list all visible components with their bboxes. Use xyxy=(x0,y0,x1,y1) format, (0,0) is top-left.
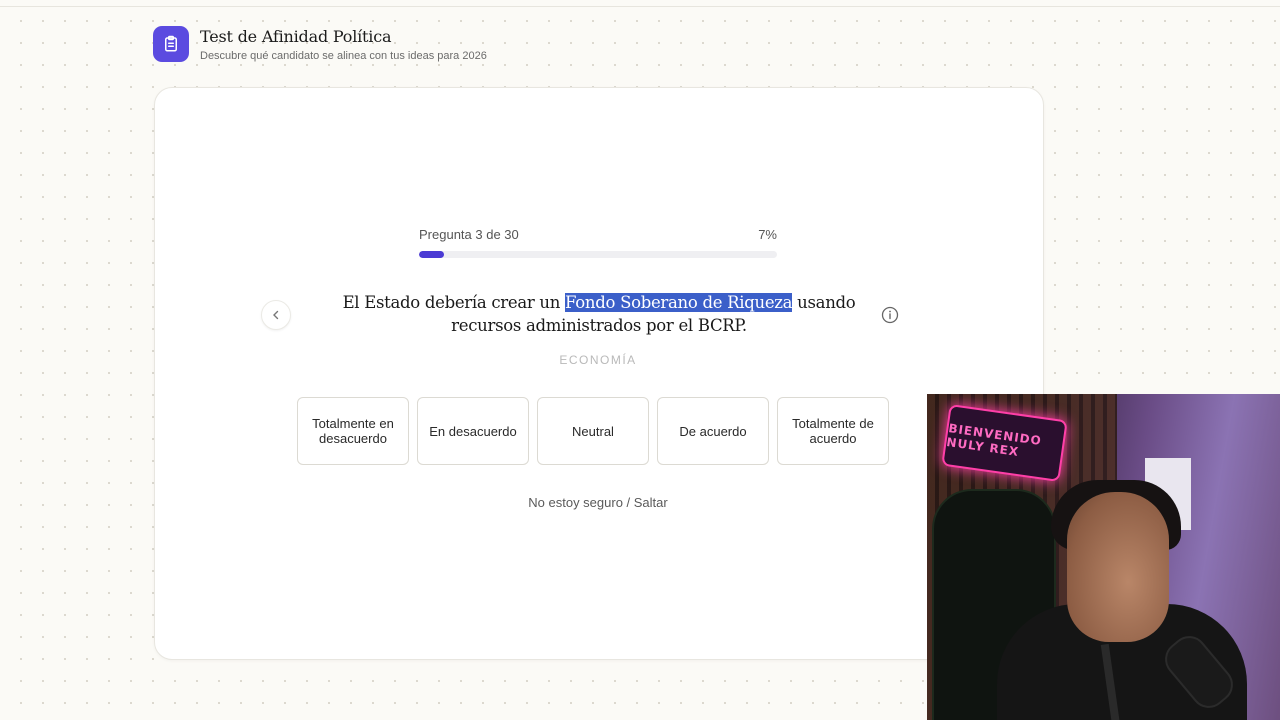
chevron-left-icon xyxy=(273,310,279,320)
page-header: Test de Afinidad Política Descubre qué c… xyxy=(153,26,487,62)
webcam-overlay: BIENVENIDO NULY REX xyxy=(927,394,1280,720)
info-button[interactable] xyxy=(880,305,900,325)
question-text: El Estado debería crear un Fondo Soberan… xyxy=(325,291,873,337)
info-icon xyxy=(881,306,899,324)
question-text-start: El Estado debería crear un xyxy=(342,293,566,312)
skip-link[interactable]: No estoy seguro / Saltar xyxy=(419,495,777,510)
question-card: Pregunta 3 de 30 7% El Estado debería cr… xyxy=(154,87,1044,660)
answer-options: Totalmente en desacuerdo En desacuerdo N… xyxy=(297,397,889,465)
progress-bar xyxy=(419,251,777,258)
question-highlight: Fondo Soberano de Riqueza xyxy=(565,293,793,312)
progress-fill xyxy=(419,251,445,258)
option-disagree[interactable]: En desacuerdo xyxy=(417,397,529,465)
clipboard-icon xyxy=(153,26,189,62)
top-divider xyxy=(0,6,1280,7)
question-counter: Pregunta 3 de 30 xyxy=(419,227,519,242)
previous-question-button[interactable] xyxy=(261,300,291,330)
progress-section: Pregunta 3 de 30 7% xyxy=(419,227,777,258)
option-neutral[interactable]: Neutral xyxy=(537,397,649,465)
option-strongly-agree[interactable]: Totalmente de acuerdo xyxy=(777,397,889,465)
progress-percent: 7% xyxy=(758,227,777,242)
question-category: ECONOMÍA xyxy=(559,353,637,367)
page-title: Test de Afinidad Política xyxy=(200,27,392,46)
page-subtitle: Descubre qué candidato se alinea con tus… xyxy=(200,50,487,62)
option-strongly-disagree[interactable]: Totalmente en desacuerdo xyxy=(297,397,409,465)
option-agree[interactable]: De acuerdo xyxy=(657,397,769,465)
streamer-head xyxy=(1067,492,1169,642)
neon-sign-text: BIENVENIDO NULY REX xyxy=(945,421,1043,460)
